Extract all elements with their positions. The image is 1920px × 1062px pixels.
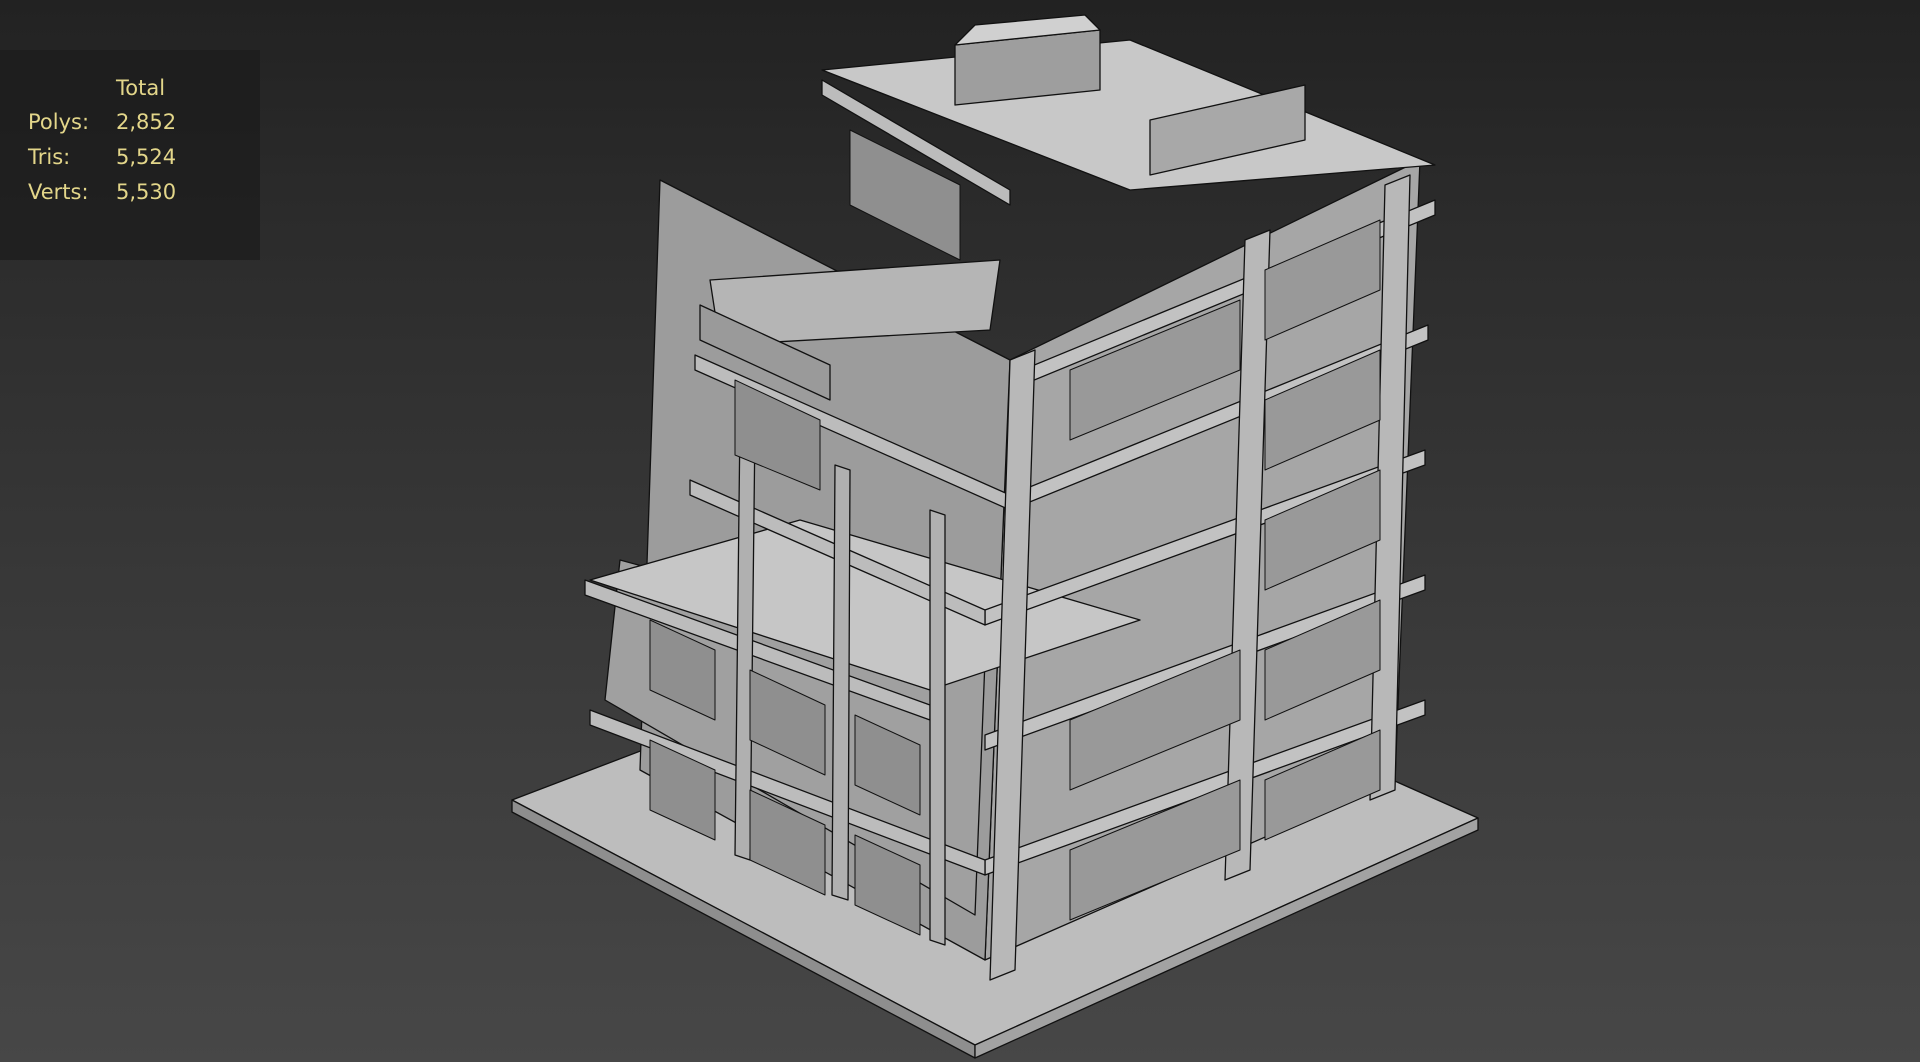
stats-overlay: Total Polys: 2,852 Tris: 5,524 Verts: 5,…	[0, 50, 260, 260]
building-model[interactable]	[0, 0, 1920, 1062]
stat-value: 5,530	[116, 180, 177, 204]
stat-label: Tris:	[28, 145, 71, 169]
stat-value: 5,524	[116, 145, 177, 169]
3d-viewport[interactable]	[0, 0, 1920, 1062]
stat-value: 2,852	[116, 110, 177, 134]
stat-label: Verts:	[28, 180, 89, 204]
stat-label: Polys:	[28, 110, 90, 134]
stats-total-header: Total	[116, 76, 166, 100]
